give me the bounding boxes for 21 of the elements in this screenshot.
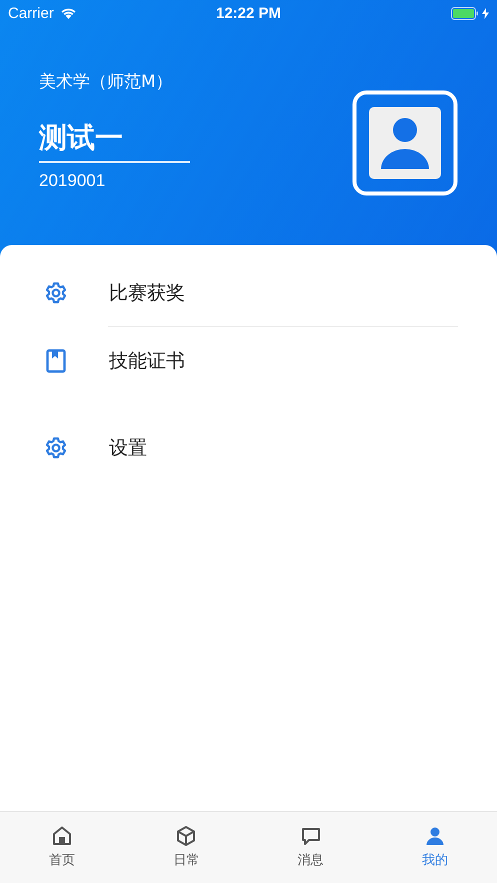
tab-item[interactable]: 我的 bbox=[372, 812, 497, 883]
chat-icon bbox=[300, 825, 322, 847]
menu-item[interactable]: 比赛获奖 bbox=[109, 280, 185, 306]
major-label: 美术学（师范M） bbox=[39, 71, 174, 93]
tab-item[interactable]: 首页 bbox=[0, 812, 124, 883]
student-name: 测试一 bbox=[39, 120, 124, 156]
gear-icon bbox=[43, 280, 69, 304]
wifi-icon bbox=[60, 7, 77, 19]
battery-icon bbox=[451, 6, 479, 20]
menu-item[interactable]: 技能证书 bbox=[109, 348, 185, 374]
tab-item[interactable]: 消息 bbox=[248, 812, 373, 883]
tab-item[interactable]: 日常 bbox=[124, 812, 248, 883]
gear-icon bbox=[43, 436, 69, 460]
clock-time: 12:22 PM bbox=[216, 4, 282, 22]
home-icon bbox=[51, 825, 74, 847]
carrier-label: Carrier bbox=[8, 4, 54, 22]
cube-icon bbox=[175, 825, 198, 847]
person-icon bbox=[424, 825, 446, 847]
student-id: 2019001 bbox=[39, 171, 106, 191]
avatar-icon[interactable] bbox=[352, 90, 458, 196]
menu-item[interactable]: 设置 bbox=[109, 434, 147, 460]
